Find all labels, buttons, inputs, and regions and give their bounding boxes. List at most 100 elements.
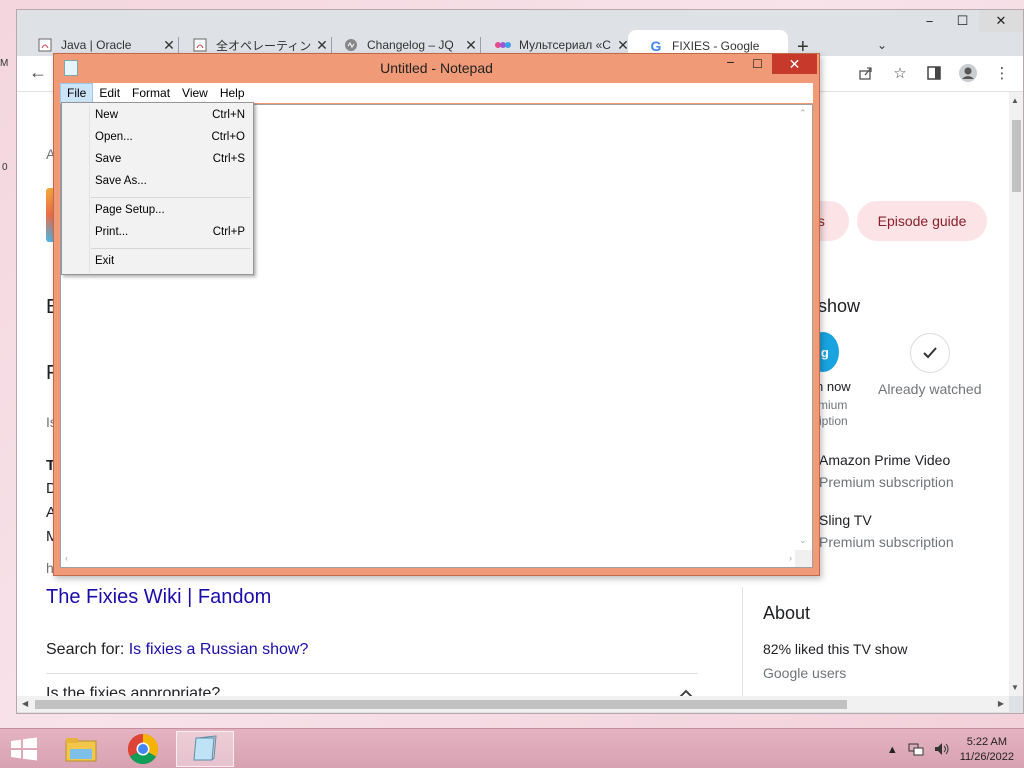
clock-time: 5:22 AM <box>966 736 1008 748</box>
provider-sling-sub: Premium subscription <box>819 534 954 550</box>
menu-item-page-setup[interactable]: Page Setup... <box>95 204 245 216</box>
notepad-menubar: File Edit Format View Help <box>60 83 813 103</box>
menu-icon[interactable]: ⋮ <box>991 62 1013 84</box>
provider-amazon-sub: Premium subscription <box>819 474 954 490</box>
desktop-edge-text: M <box>0 58 9 69</box>
java-icon <box>37 37 53 53</box>
provider-sling-name[interactable]: Sling TV <box>819 512 872 528</box>
kinopoisk-icon <box>495 37 511 53</box>
volume-icon[interactable] <box>934 742 950 759</box>
menu-item-save[interactable]: Save Ctrl+S <box>95 153 245 165</box>
scroll-down-arrow-icon[interactable]: ▼ <box>1011 683 1019 692</box>
tab-title: Мультсериал «С <box>519 38 611 52</box>
menu-file[interactable]: File <box>60 83 94 103</box>
profile-icon[interactable] <box>957 62 979 84</box>
menu-item-open[interactable]: Open... Ctrl+O <box>95 131 245 143</box>
notepad-maximize-button[interactable]: ☐ <box>744 54 771 74</box>
watch-now-label[interactable]: n now <box>816 379 851 394</box>
menu-gutter <box>89 105 90 273</box>
menu-item-shortcut: Ctrl+P <box>212 226 245 238</box>
tab-title: FIXIES - Google <box>672 39 760 53</box>
already-watched-check-icon[interactable] <box>910 333 950 373</box>
menu-format[interactable]: Format <box>126 83 176 103</box>
scrollbar-thumb[interactable] <box>35 700 847 709</box>
desktop-edge-text-2: 0 <box>2 162 8 173</box>
notepad-vertical-scrollbar[interactable]: ⌃ ⌄ <box>795 105 812 549</box>
menu-item-exit[interactable]: Exit <box>95 255 245 267</box>
menu-help[interactable]: Help <box>214 83 251 103</box>
scrollbar-thumb[interactable] <box>1012 120 1021 192</box>
notepad-horizontal-scrollbar[interactable]: ‹ › <box>61 550 796 567</box>
tab-title: Changelog – JQ <box>367 38 454 52</box>
tab-title: Java | Oracle <box>61 38 132 52</box>
notepad-title: Untitled - Notepad <box>380 60 493 76</box>
watch-header: show <box>818 296 861 316</box>
sidebar-icon[interactable] <box>923 62 945 84</box>
tab-title: 全オペレーティング <box>216 38 312 53</box>
menu-item-shortcut: Ctrl+O <box>211 131 245 143</box>
scroll-right-arrow-icon[interactable]: › <box>789 553 792 563</box>
menu-item-label: Print... <box>95 226 129 238</box>
menu-item-shortcut: Ctrl+S <box>212 153 245 165</box>
menu-item-label: Save <box>95 153 122 165</box>
clock-date: 11/26/2022 <box>959 751 1014 763</box>
scroll-up-arrow-icon[interactable]: ▲ <box>1011 96 1019 105</box>
menu-separator <box>91 248 251 249</box>
notepad-close-button[interactable]: ✕ <box>772 54 817 74</box>
menu-item-label: Exit <box>95 255 115 267</box>
menu-item-label: Page Setup... <box>95 204 165 216</box>
search-for-link[interactable]: Is fixies a Russian show? <box>129 641 309 658</box>
file-explorer-icon[interactable] <box>52 731 110 767</box>
about-title: About <box>763 603 811 623</box>
jquery-icon <box>343 37 359 53</box>
system-tray: ▲ 5:22 AM 11/26/2022 <box>887 732 1014 768</box>
divider <box>742 587 743 696</box>
about-source: Google users <box>763 665 847 681</box>
search-for-row: Search for: Is fixies a Russian show? <box>46 641 308 659</box>
episode-guide-button[interactable]: Episode guide <box>857 201 987 241</box>
scrollbar-corner <box>795 550 812 567</box>
menu-item-label: Open... <box>95 131 133 143</box>
notepad-title-bar[interactable]: Untitled - Notepad − ☐ ✕ <box>54 54 819 82</box>
result-title-link[interactable]: The Fixies Wiki | Fandom <box>46 586 271 609</box>
page-vertical-scrollbar[interactable]: ▲ ▼ <box>1009 92 1023 696</box>
page-horizontal-scrollbar[interactable]: ◀ ▶ <box>17 696 1009 712</box>
menu-edit[interactable]: Edit <box>93 83 126 103</box>
provider-amazon-name[interactable]: Amazon Prime Video <box>819 452 950 468</box>
tab-search-button[interactable]: ⌄ <box>877 38 887 52</box>
scroll-left-arrow-icon[interactable]: ‹ <box>65 553 68 563</box>
menu-item-label: New <box>95 109 119 121</box>
share-icon[interactable] <box>855 62 877 84</box>
scroll-down-arrow-icon[interactable]: ⌄ <box>799 535 807 546</box>
scroll-right-arrow-icon[interactable]: ▶ <box>998 699 1004 708</box>
notepad-minimize-button[interactable]: − <box>717 54 744 74</box>
already-watched-label[interactable]: Already watched <box>878 381 982 397</box>
menu-item-label: Save As... <box>95 175 147 187</box>
back-arrow-icon[interactable]: ← <box>29 62 47 83</box>
java-icon <box>192 37 208 53</box>
menu-item-print[interactable]: Print... Ctrl+P <box>95 226 245 238</box>
watch-now-sub: mium <box>818 398 848 412</box>
search-for-label: Search for: <box>46 641 125 658</box>
google-icon: G <box>650 38 662 54</box>
notepad-icon[interactable] <box>176 731 234 767</box>
menu-separator <box>91 197 251 198</box>
network-icon[interactable] <box>908 742 924 759</box>
about-stat: 82% liked this TV show <box>763 641 908 657</box>
taskbar: ▲ 5:22 AM 11/26/2022 <box>0 728 1024 768</box>
clock[interactable]: 5:22 AM 11/26/2022 <box>960 735 1014 765</box>
menu-item-new[interactable]: New Ctrl+N <box>95 109 245 121</box>
faq-question[interactable]: Is the fixies appropriate? <box>46 685 220 696</box>
scroll-up-arrow-icon[interactable]: ⌃ <box>799 108 807 119</box>
windows-start-icon[interactable] <box>10 737 38 761</box>
menu-view[interactable]: View <box>176 83 214 103</box>
scroll-left-arrow-icon[interactable]: ◀ <box>22 699 28 708</box>
divider <box>46 673 698 674</box>
file-menu-dropdown: New Ctrl+N Open... Ctrl+O Save Ctrl+S Save … <box>61 102 254 275</box>
chrome-icon[interactable] <box>114 731 172 767</box>
menu-item-save-as[interactable]: Save As... <box>95 175 245 187</box>
menu-item-shortcut: Ctrl+N <box>212 109 245 121</box>
show-hidden-icons-icon[interactable]: ▲ <box>887 744 898 756</box>
star-icon[interactable]: ☆ <box>889 62 911 84</box>
chevron-up-icon[interactable] <box>679 686 693 696</box>
